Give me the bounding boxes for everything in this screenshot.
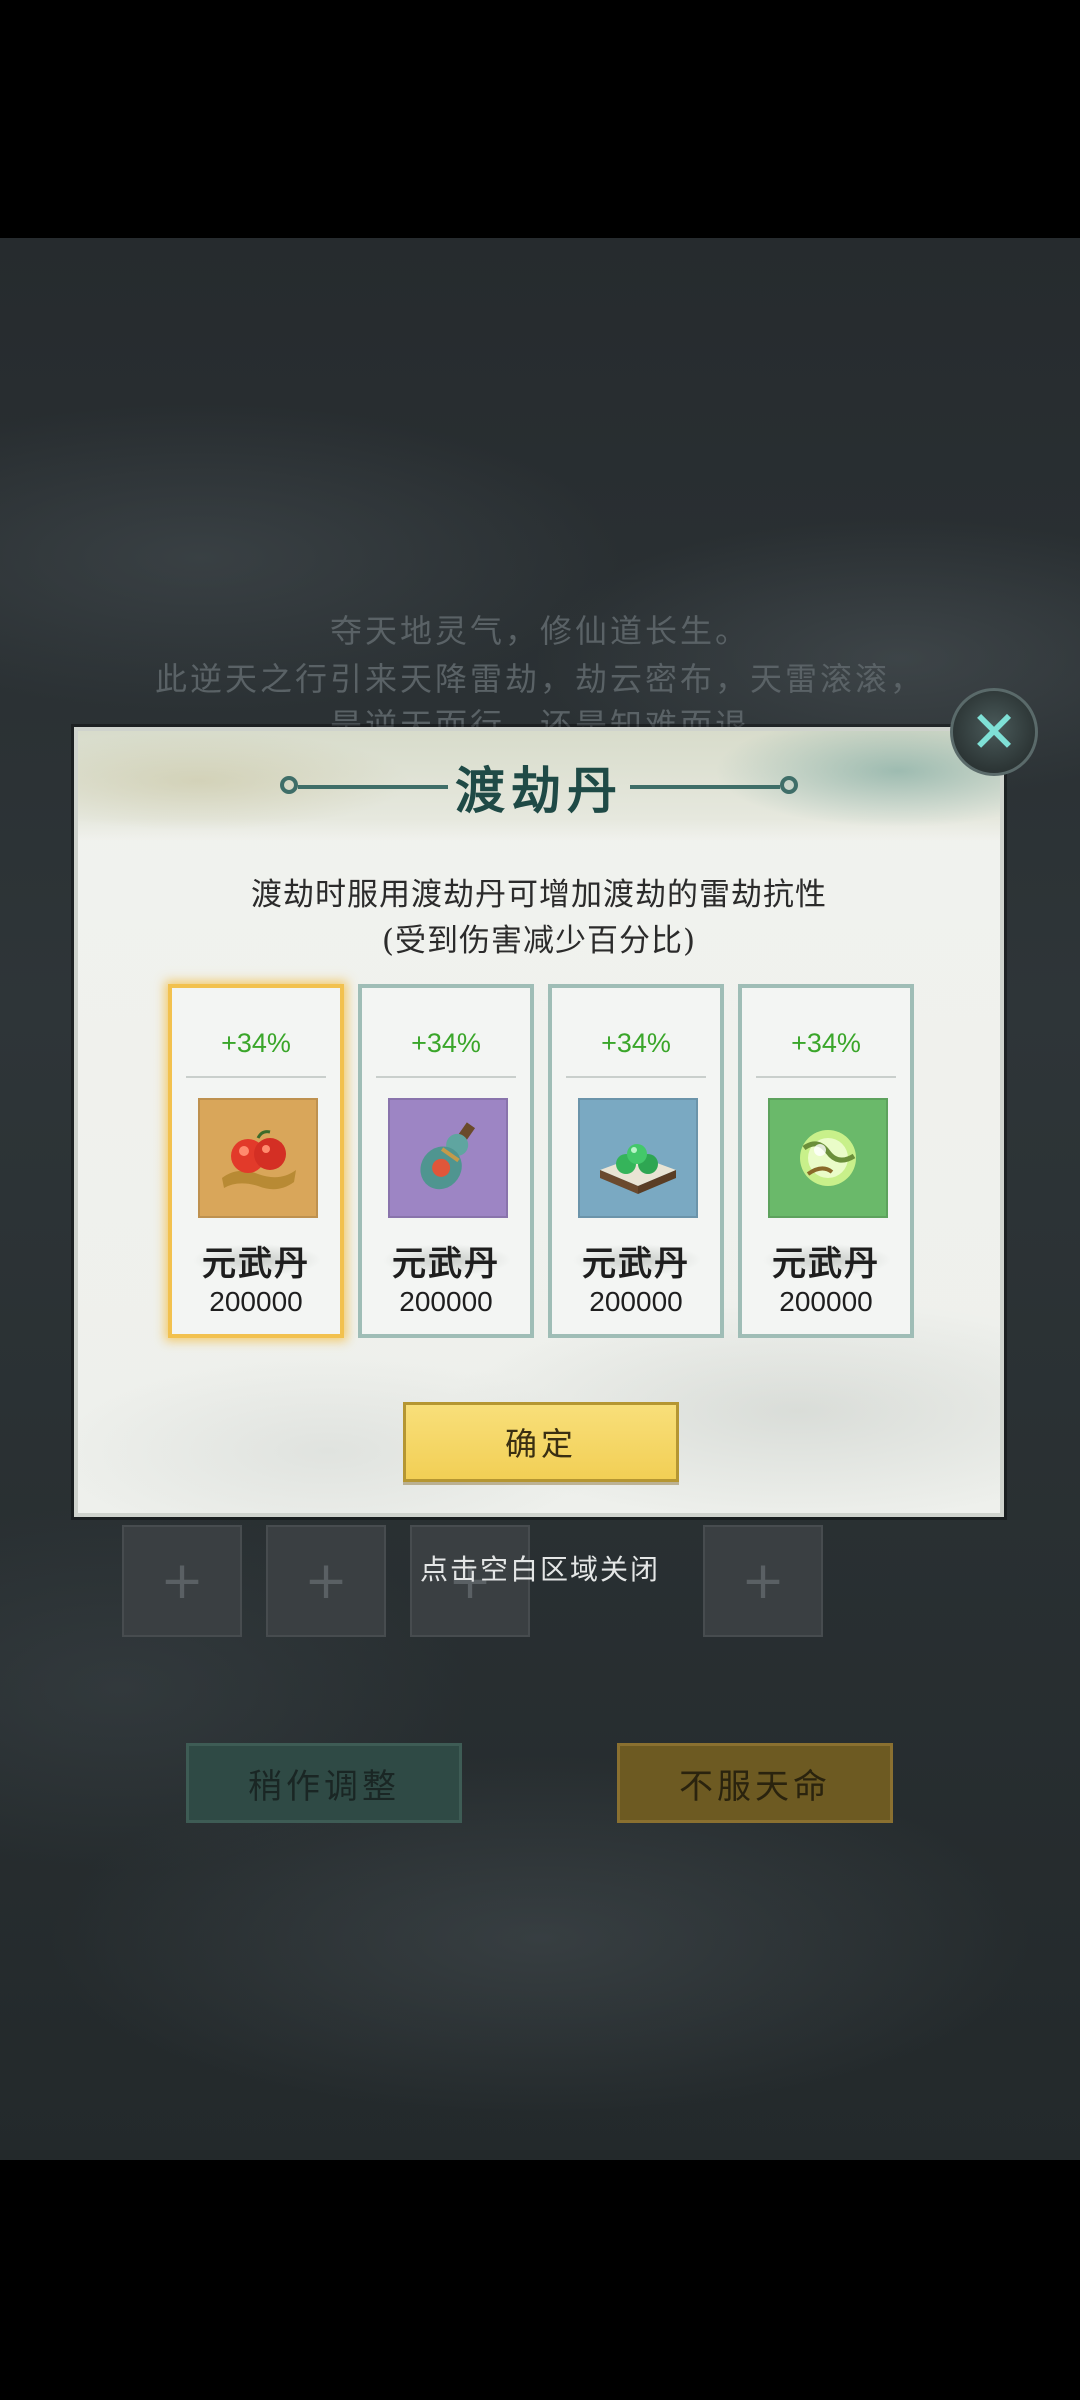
close-icon[interactable]: ✕ xyxy=(950,688,1038,776)
card-name: 元武丹 xyxy=(202,1244,310,1284)
pill-dialog: 渡劫丹 渡劫时服用渡劫丹可增加渡劫的雷劫抗性 (受到伤害减少百分比) +34% xyxy=(74,727,1004,1517)
pill-card[interactable]: +34% 元武丹 200000 xyxy=(168,984,344,1338)
jade-orb-icon xyxy=(768,1098,888,1218)
card-divider xyxy=(566,1076,706,1078)
card-price: 200000 xyxy=(399,1286,493,1317)
adjust-button[interactable]: 稍作调整 xyxy=(186,1743,462,1823)
close-hint: 点击空白区域关闭 xyxy=(419,1553,660,1586)
dialog-title: 渡劫丹 xyxy=(455,761,623,820)
pill-card-list: +34% 元武丹 200000 +34% 元武丹 200000 +34% 元武丹… xyxy=(168,984,1008,1338)
card-name: 元武丹 xyxy=(392,1244,500,1284)
card-divider xyxy=(186,1076,326,1078)
screen: 夺天地灵气，修仙道长生。 此逆天之行引来天降雷劫，劫云密布，天雷滚滚， 是逆天而… xyxy=(0,0,1080,2400)
card-bonus: +34% xyxy=(411,1028,481,1058)
dialog-description: 渡劫时服用渡劫丹可增加渡劫的雷劫抗性 xyxy=(251,877,827,913)
gourd-bottle-icon xyxy=(388,1098,508,1218)
card-bonus: +34% xyxy=(791,1028,861,1058)
card-bonus: +34% xyxy=(601,1028,671,1058)
green-pills-icon xyxy=(578,1098,698,1218)
red-fruit-icon xyxy=(198,1098,318,1218)
pill-card[interactable]: +34% 元武丹 200000 xyxy=(738,984,914,1338)
card-divider xyxy=(756,1076,896,1078)
pill-card[interactable]: +34% 元武丹 200000 xyxy=(548,984,724,1338)
intro-line-1: 夺天地灵气，修仙道长生。 xyxy=(329,612,750,650)
intro-line-2: 此逆天之行引来天降雷劫，劫云密布，天雷滚滚， xyxy=(154,660,925,698)
card-name: 元武丹 xyxy=(582,1244,690,1284)
card-bonus: +34% xyxy=(221,1028,291,1058)
confirm-button[interactable]: 确定 xyxy=(403,1402,679,1482)
card-divider xyxy=(376,1076,516,1078)
card-price: 200000 xyxy=(209,1286,303,1317)
pill-card[interactable]: +34% 元武丹 200000 xyxy=(358,984,534,1338)
card-name: 元武丹 xyxy=(772,1244,880,1284)
card-price: 200000 xyxy=(589,1286,683,1317)
card-price: 200000 xyxy=(779,1286,873,1317)
dialog-description-note: (受到伤害减少百分比) xyxy=(381,923,697,959)
defy-button[interactable]: 不服天命 xyxy=(617,1743,893,1823)
